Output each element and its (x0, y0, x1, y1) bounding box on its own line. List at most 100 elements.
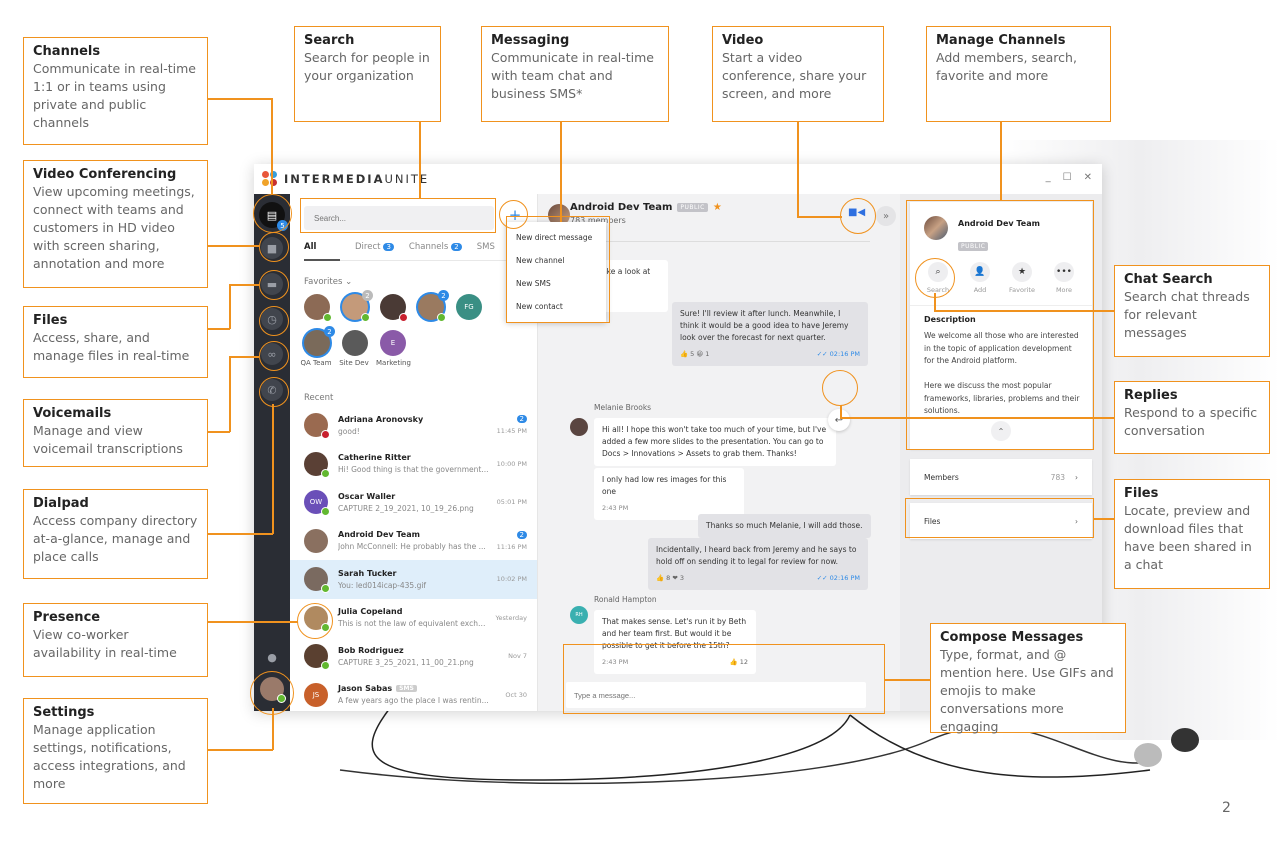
connector (208, 621, 298, 623)
presence-online (437, 313, 446, 322)
connector (229, 356, 231, 432)
minimize-button[interactable]: _ (1046, 172, 1051, 183)
more-icon: ••• (1054, 262, 1074, 282)
reactions[interactable]: 👍 12 (730, 656, 748, 668)
members-row[interactable]: Members 783 › (910, 459, 1092, 495)
avatar (380, 294, 408, 322)
tab-channels[interactable]: Channels 2 (409, 242, 462, 252)
divider (568, 241, 870, 242)
tab-sms[interactable]: SMS (477, 242, 495, 252)
description-text: We welcome all those who are interested … (924, 330, 1080, 418)
contact-name: Oscar Waller (338, 491, 396, 501)
contact-name: Sarah Tucker (338, 568, 397, 578)
callout-desc: Add members, search, favorite and more (936, 50, 1077, 83)
description-label: Description (924, 315, 976, 324)
message-own: Sure! I'll review it after lunch. Meanwh… (672, 302, 868, 366)
conversation-row[interactable]: Catherine Ritter Hi! Good thing is that t… (290, 445, 537, 484)
menu-item-new-direct-message[interactable]: New direct message (506, 226, 606, 249)
callout-files-right: Files Locate, preview and download files… (1114, 479, 1270, 589)
logo-icon (262, 171, 278, 187)
public-badge: PUBLIC (677, 203, 708, 212)
channel-name: Android Dev Team (958, 219, 1040, 228)
callout-chat-search: Chat Search Search chat threads for rele… (1114, 265, 1270, 357)
files-row[interactable]: Files › (910, 503, 1092, 539)
action-more[interactable]: ••• More (1046, 262, 1082, 294)
recent-list: Adriana Aronovsky good! 2 11:45 PM Catherine… (290, 406, 537, 711)
star-icon[interactable]: ★ (713, 202, 722, 213)
favorite-contact[interactable]: 2 (342, 290, 373, 322)
reactions[interactable]: 👍 5 😀 1 (680, 348, 709, 360)
favorite-contact[interactable]: E Marketing (376, 330, 411, 367)
expand-panel-button[interactable]: » (876, 206, 896, 226)
highlight-ring (259, 232, 289, 262)
close-button[interactable]: ✕ (1084, 172, 1092, 183)
presence-online (321, 584, 330, 594)
conversation-row[interactable]: JS Jason Sabas SMS A few years ago the plac… (290, 676, 537, 712)
favorite-contact[interactable] (304, 294, 332, 322)
favorite-contact[interactable]: FG (456, 294, 484, 320)
callout-title: Presence (33, 610, 101, 625)
callout-desc: Search for people in your organization (304, 50, 430, 83)
action-add[interactable]: 👤 Add (962, 262, 998, 294)
highlight-ring (915, 258, 955, 298)
conversation-row[interactable]: Sarah Tucker You: led014icap-435.gif 10:02… (290, 560, 537, 599)
avatar: 2 (418, 290, 449, 322)
message-input[interactable] (566, 682, 866, 708)
reactions[interactable]: 👍 8 ❤ 3 (656, 572, 684, 584)
message-preview: John McConnell: He probably has the ... (338, 542, 486, 552)
conversation-row[interactable]: Android Dev Team John McConnell: He proba… (290, 522, 537, 561)
conversation-row[interactable]: Bob Rodriguez CAPTURE 3_25_2021, 11_00_21… (290, 637, 537, 676)
contact-name: Android Dev Team (338, 530, 420, 540)
callout-title: Chat Search (1124, 272, 1213, 287)
action-favorite[interactable]: ★ Favorite (1004, 262, 1040, 294)
connector (840, 417, 1114, 419)
callout-desc: Access company directory at-a-glance, ma… (33, 513, 198, 564)
message: Ronald Hampton That makes sense. Let's r… (594, 594, 756, 674)
channel-info-card: Android Dev Team PUBLIC ⌕ Search 👤 Add ★ Favo… (910, 202, 1092, 449)
callout-manage-channels: Manage Channels Add members, search, fav… (926, 26, 1111, 122)
favorite-contact[interactable] (380, 294, 408, 322)
avatar: E (380, 330, 406, 356)
connector (229, 284, 259, 286)
callout-desc: Communicate in real-time 1:1 or in teams… (33, 61, 196, 130)
search-input[interactable] (304, 206, 494, 230)
contact-name: Bob Rodriguez (338, 645, 404, 655)
callout-desc: Start a video conference, share your scr… (722, 50, 867, 101)
tab-direct[interactable]: Direct 3 (355, 242, 394, 252)
divider (910, 305, 1092, 306)
menu-item-new-contact[interactable]: New contact (506, 295, 606, 318)
message-text: That makes sense. Let's run it by Beth a… (602, 617, 747, 650)
avatar (304, 294, 332, 322)
feedback-button[interactable]: ● (261, 646, 283, 668)
highlight-ring (250, 671, 294, 715)
reply-button[interactable]: ↩ (828, 409, 850, 431)
conversation-row[interactable]: OW Oscar Waller CAPTURE 2_19_2021, 10_19_2… (290, 483, 537, 522)
callout-desc: Respond to a specific conversation (1124, 405, 1258, 438)
connector (229, 284, 231, 329)
favorites-grid: 2 2 FG 2 QA Team Site Dev E Marketing (300, 290, 504, 367)
conversation-row[interactable]: Adriana Aronovsky good! 2 11:45 PM (290, 406, 537, 445)
action-label: Add (973, 286, 987, 294)
favorites-header[interactable]: Favorites ⌄ (304, 277, 352, 287)
favorite-icon: ★ (1012, 262, 1032, 282)
tab-all[interactable]: All (304, 242, 340, 261)
message-text: Incidentally, I heard back from Jeremy a… (656, 545, 857, 566)
highlight-ring (259, 306, 289, 336)
favorite-contact[interactable]: Site Dev (339, 330, 370, 367)
favorite-contact[interactable]: 2 (418, 290, 449, 322)
connector (1000, 122, 1002, 200)
favorite-contact[interactable]: 2 QA Team (300, 326, 335, 367)
avatar (304, 644, 330, 671)
contact-name: Adriana Aronovsky (338, 414, 424, 424)
collapse-button[interactable]: ⌃ (991, 421, 1011, 441)
chat-title: Android Dev Team (570, 202, 673, 213)
menu-item-new-sms[interactable]: New SMS (506, 272, 606, 295)
filter-tabs: All Direct 3 Channels 2 SMS (304, 242, 537, 261)
message-text: Hi all! I hope this won't take too much … (602, 425, 827, 458)
message-sender: Ronald Hampton (594, 595, 657, 604)
callout-desc: View co-worker availability in real-time (33, 627, 177, 660)
connector (229, 356, 259, 358)
maximize-button[interactable]: ☐ (1063, 172, 1072, 183)
message-time: 02:16 PM (829, 574, 860, 582)
menu-item-new-channel[interactable]: New channel (506, 249, 606, 272)
